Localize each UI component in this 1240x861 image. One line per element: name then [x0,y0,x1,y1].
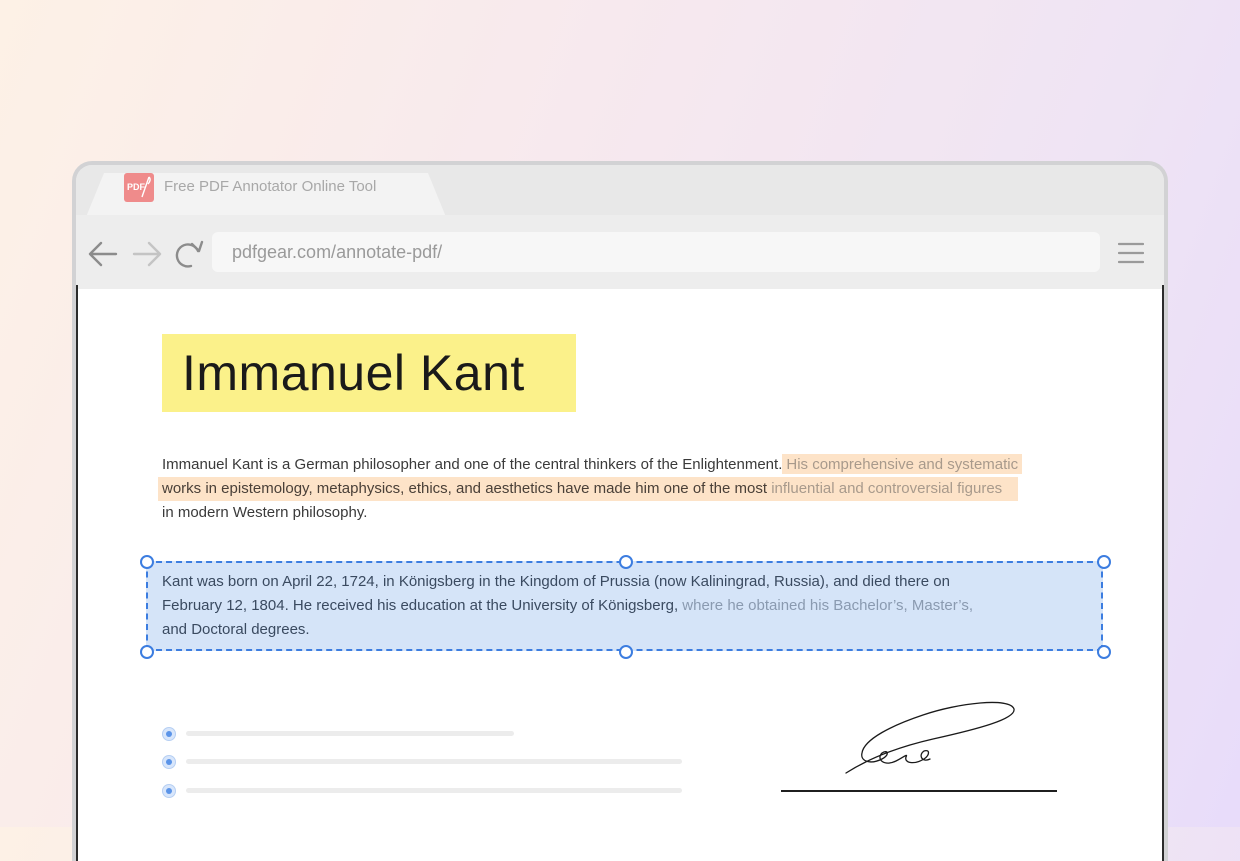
menu-icon[interactable] [1118,241,1144,265]
pdf-page: Immanuel Kant Immanuel Kant is a German … [78,289,1162,861]
paragraph-2-text: February 12, 1804. He received his educa… [162,597,679,614]
paragraph-1-line-2: works in epistemology, metaphysics, ethi… [158,477,1022,501]
highlight-text-dark: works in epistemology, metaphysics, ethi… [162,480,768,497]
navigation-bar: pdfgear.com/annotate-pdf/ [76,215,1164,289]
resize-handle-bottom-middle[interactable] [619,645,633,659]
signature-line [781,790,1057,792]
paragraph-2: Kant was born on April 22, 1724, in Köni… [162,570,973,642]
resize-handle-top-right[interactable] [1097,555,1111,569]
back-arrow-icon[interactable] [86,237,120,271]
pdf-icon: PDF [124,173,154,202]
signature-image[interactable] [838,699,1028,779]
resize-handle-top-left[interactable] [140,555,154,569]
tab-bar: PDF Free PDF Annotator Online Tool [76,165,1164,217]
paragraph-1: Immanuel Kant is a German philosopher an… [158,453,1023,525]
radio-button-3[interactable] [162,784,176,798]
placeholder-line-3 [186,788,682,793]
placeholder-line-1 [186,731,514,736]
paragraph-2-line-1: Kant was born on April 22, 1724, in Köni… [162,573,950,590]
tab-title: Free PDF Annotator Online Tool [164,178,377,195]
paragraph-1-line-1: Immanuel Kant is a German philosopher an… [162,453,1023,477]
reload-icon[interactable] [172,237,206,271]
text-highlight-line-2[interactable]: works in epistemology, metaphysics, ethi… [158,477,1019,501]
radio-button-2[interactable] [162,755,176,769]
browser-window: PDF Free PDF Annotator Online Tool pdfge… [72,161,1168,861]
paragraph-2-line-3: and Doctoral degrees. [162,621,310,638]
resize-handle-bottom-left[interactable] [140,645,154,659]
paragraph-2-faded-text: where he obtained his Bachelor’s, Master… [678,597,974,614]
text-highlight[interactable]: His comprehensive and systematic [782,454,1023,474]
forward-arrow-icon[interactable] [130,237,164,271]
placeholder-line-2 [186,759,682,764]
address-bar[interactable]: pdfgear.com/annotate-pdf/ [212,232,1100,272]
paragraph-2-line-2: February 12, 1804. He received his educa… [162,594,973,618]
resize-handle-top-middle[interactable] [619,555,633,569]
paragraph-1-line-3: in modern Western philosophy. [162,504,368,521]
url-text: pdfgear.com/annotate-pdf/ [232,242,443,262]
document-title: Immanuel Kant [182,345,525,401]
plain-text: Immanuel Kant is a German philosopher an… [162,456,783,473]
highlight-text-light: influential and controversial figures [767,480,1003,497]
resize-handle-bottom-right[interactable] [1097,645,1111,659]
radio-button-1[interactable] [162,727,176,741]
title-highlight[interactable]: Immanuel Kant [162,334,576,412]
